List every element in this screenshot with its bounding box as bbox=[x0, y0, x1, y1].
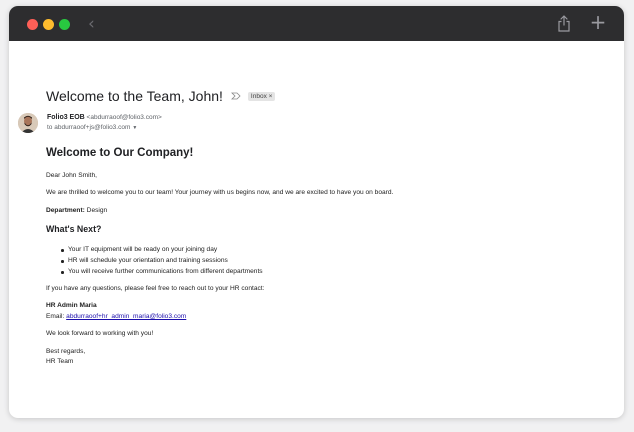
sign-off-text: Best regards, bbox=[46, 348, 86, 355]
department-label: Department: bbox=[46, 207, 85, 214]
new-tab-button[interactable]: + bbox=[589, 12, 607, 32]
important-marker-icon[interactable] bbox=[230, 92, 241, 100]
closing-text: We look forward to working with you! bbox=[46, 330, 154, 337]
sender-name: Folio3 EOB bbox=[47, 114, 85, 121]
close-window-button[interactable] bbox=[27, 19, 38, 30]
sender-avatar bbox=[18, 113, 38, 133]
sender-email: <abdurraoof@folio3.com> bbox=[86, 114, 162, 121]
email-heading: Welcome to Our Company! bbox=[46, 147, 194, 159]
hr-email-link[interactable]: abdurraoof+hr_admin_maria@folio3.com bbox=[66, 313, 186, 320]
share-icon[interactable] bbox=[557, 15, 571, 32]
sender-line: Folio3 EOB <abdurraoof@folio3.com> bbox=[47, 114, 162, 121]
list-item: Your IT equipment will be ready on your … bbox=[60, 246, 218, 253]
list-item: You will receive further communications … bbox=[61, 268, 263, 275]
hr-contact-name: HR Admin Maria bbox=[46, 302, 97, 309]
recipient-details-caret-icon[interactable]: ▼ bbox=[132, 125, 137, 131]
inbox-label-chip[interactable]: Inbox × bbox=[247, 91, 276, 101]
department-value: Design bbox=[84, 207, 108, 214]
mail-window: ‹ + Welcome to the Team, John! Inbox × F… bbox=[9, 6, 624, 418]
questions-text: If you have any questions, please feel f… bbox=[46, 285, 265, 292]
avatar-image bbox=[18, 113, 38, 133]
hr-email-line: Email: abdurraoof+hr_admin_maria@folio3.… bbox=[46, 313, 186, 321]
hr-email-label: Email: bbox=[46, 313, 67, 320]
department-line: Department: Design bbox=[46, 207, 107, 215]
whats-next-heading: What's Next? bbox=[46, 224, 102, 234]
back-chevron-icon[interactable]: ‹ bbox=[88, 15, 104, 33]
email-view: Welcome to the Team, John! Inbox × Folio… bbox=[9, 41, 624, 418]
signature-text: HR Team bbox=[46, 358, 74, 365]
subject-row: Welcome to the Team, John! Inbox × bbox=[46, 86, 276, 106]
list-item: HR will schedule your orientation and tr… bbox=[61, 257, 228, 264]
email-subject: Welcome to the Team, John! bbox=[46, 88, 223, 104]
title-bar: ‹ + bbox=[9, 6, 624, 41]
greeting-text: Dear John Smith, bbox=[46, 172, 97, 179]
zoom-window-button[interactable] bbox=[59, 19, 70, 30]
minimize-window-button[interactable] bbox=[43, 19, 54, 30]
recipient-text: to abdurraoof+js@folio3.com bbox=[47, 124, 131, 131]
recipient-line[interactable]: to abdurraoof+js@folio3.com ▼ bbox=[47, 124, 137, 131]
intro-text: We are thrilled to welcome you to our te… bbox=[46, 189, 394, 196]
